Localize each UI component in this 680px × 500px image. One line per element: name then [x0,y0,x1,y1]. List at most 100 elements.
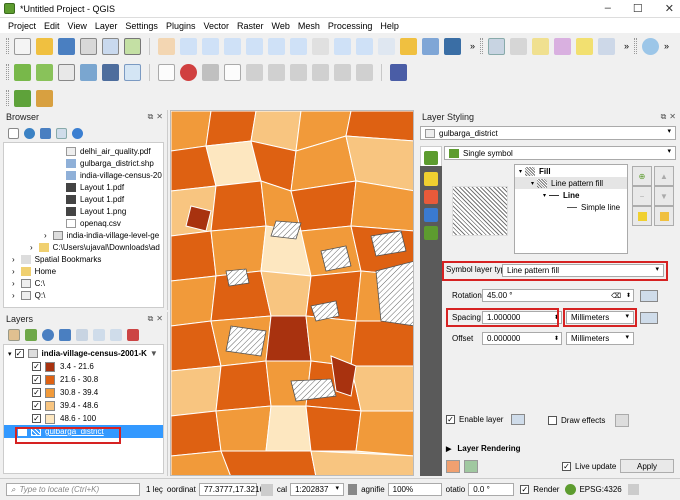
zoom-out-icon[interactable] [224,37,241,55]
offset-input[interactable]: 0.000000 ⬍ [482,332,562,345]
refresh-icon[interactable] [444,37,461,55]
legend-class[interactable]: ✓ 21.6 - 30.8 [4,373,163,386]
menu-help[interactable]: Help [380,21,399,31]
minimize-icon[interactable]: – [605,2,611,15]
add-vector-icon[interactable] [36,63,53,81]
apply-button[interactable]: Apply [620,459,674,473]
render-checkbox[interactable]: ✓ Render [520,485,559,494]
symbology-tab-icon[interactable] [424,151,438,165]
list-item[interactable]: india-village-census-20 [4,169,163,181]
data-defined-override-icon[interactable] [511,414,526,425]
filter-expression-icon[interactable] [76,329,88,341]
add-spatialite-icon[interactable] [80,63,97,81]
label-color-icon[interactable] [180,63,197,81]
open-styling-icon[interactable] [8,329,20,341]
add-raster-icon[interactable] [14,63,31,81]
float-panel-icon[interactable]: ⧉ [148,314,154,324]
info-icon[interactable] [72,127,83,139]
zoom-last-icon[interactable] [334,37,351,55]
coordinate-field[interactable]: 77.3777,17.3216 [198,483,264,496]
pan-to-selection-icon[interactable] [180,37,197,55]
label-tool-icon[interactable] [158,63,175,81]
show-label-icon[interactable] [224,63,241,81]
select-feature-icon[interactable] [532,37,550,55]
3d-view-tab-icon[interactable] [424,208,438,222]
collapse-all-icon[interactable] [110,329,122,341]
search-plugin-icon[interactable] [14,89,31,107]
list-item[interactable]: openaq.csv [4,217,163,229]
list-item[interactable]: › C:\ [4,277,163,289]
data-defined-override-icon[interactable] [640,312,658,324]
zoom-full-icon[interactable] [246,37,263,55]
duplicate-symbol-button[interactable] [654,206,674,226]
add-virtual-layer-icon[interactable] [124,63,141,81]
add-selected-icon[interactable] [8,127,19,139]
toggle-extents-icon[interactable] [260,483,273,496]
menu-mesh[interactable]: Mesh [298,21,320,31]
show-bookmarks-icon[interactable] [422,37,439,55]
zoom-next-icon[interactable] [356,37,373,55]
new-layout-icon[interactable] [80,37,97,55]
move-up-button[interactable]: ▲ [654,166,674,186]
scale-select[interactable]: 1:202837 ▾ [290,483,345,496]
zoom-layer-icon[interactable] [290,37,307,55]
list-item[interactable]: › C:\Users\ujaval\Downloads\ad [4,241,163,253]
renderer-select[interactable]: Single symbol ▾ [444,146,676,160]
offset-unit-select[interactable]: Millimeters ▾ [566,332,634,345]
layer-rendering-section[interactable]: ▶ Layer Rendering [446,444,521,453]
lock-icon[interactable] [348,484,358,495]
layer-group[interactable]: ▾ ✓ india-village-census-2001-K ▼ [4,347,163,360]
close-panel-icon[interactable]: ✕ [669,112,676,122]
undo-icon[interactable] [446,460,460,473]
history-tab-icon[interactable] [424,226,438,240]
list-item[interactable]: › Q:\ [4,289,163,301]
list-item[interactable]: Layout 1.pdf [4,181,163,193]
add-database-icon[interactable] [102,63,119,81]
close-panel-icon[interactable]: ✕ [156,314,163,324]
draw-effects-checkbox[interactable]: Draw effects [548,414,630,427]
tree-simple-line[interactable]: Simple line [515,201,627,213]
list-item[interactable]: Layout 1.png [4,205,163,217]
enable-layer-checkbox[interactable]: ✓ Enable layer [446,414,526,425]
list-item[interactable]: › india-india-village-level-ge [4,229,163,241]
tree-line[interactable]: ▾ Line [515,189,627,201]
menu-project[interactable]: Project [8,21,36,31]
globe-icon[interactable] [642,37,660,55]
attribute-table-icon[interactable] [598,37,616,55]
tree-line-pattern[interactable]: ▾ Line pattern fill [515,177,627,189]
layout-manager-icon[interactable] [102,37,119,55]
open-project-icon[interactable] [36,37,53,55]
menu-settings[interactable]: Settings [125,21,158,31]
refresh-icon[interactable] [24,127,35,139]
layer-select[interactable]: gulbarga_district ▾ [420,126,676,140]
lock-color-button[interactable] [632,206,652,226]
select-by-expression-icon[interactable] [554,37,572,55]
filter-icon[interactable] [40,127,51,139]
save-project-icon[interactable] [58,37,75,55]
zoom-native-icon[interactable] [312,37,329,55]
effects-icon[interactable] [615,414,630,427]
bookmark-icon[interactable] [400,37,417,55]
crs-status[interactable]: EPSG:4326 [565,484,622,495]
collapse-all-icon[interactable] [56,127,67,139]
menu-processing[interactable]: Processing [328,21,373,31]
move-label-icon[interactable] [246,63,263,81]
close-icon[interactable]: ✕ [665,2,674,15]
legend-class[interactable]: ✓ 3.4 - 21.6 [4,360,163,373]
overflow-chevron-icon[interactable]: » [470,41,475,51]
help-icon[interactable] [390,63,407,81]
menu-vector[interactable]: Vector [203,21,229,31]
action-icon[interactable] [510,37,528,55]
filter-legend-icon[interactable] [59,329,71,341]
add-symbol-layer-button[interactable]: ⊕ [632,166,652,186]
menu-web[interactable]: Web [272,21,290,31]
menu-raster[interactable]: Raster [237,21,264,31]
legend-class[interactable]: ✓ 48.6 - 100 [4,412,163,425]
zoom-selection-icon[interactable] [268,37,285,55]
data-defined-override-icon[interactable] [640,290,658,302]
float-panel-icon[interactable]: ⧉ [148,112,154,122]
new-project-icon[interactable] [14,37,31,55]
pan-icon[interactable] [158,37,175,55]
style-manager-icon[interactable] [124,37,141,55]
expand-all-icon[interactable] [93,329,105,341]
